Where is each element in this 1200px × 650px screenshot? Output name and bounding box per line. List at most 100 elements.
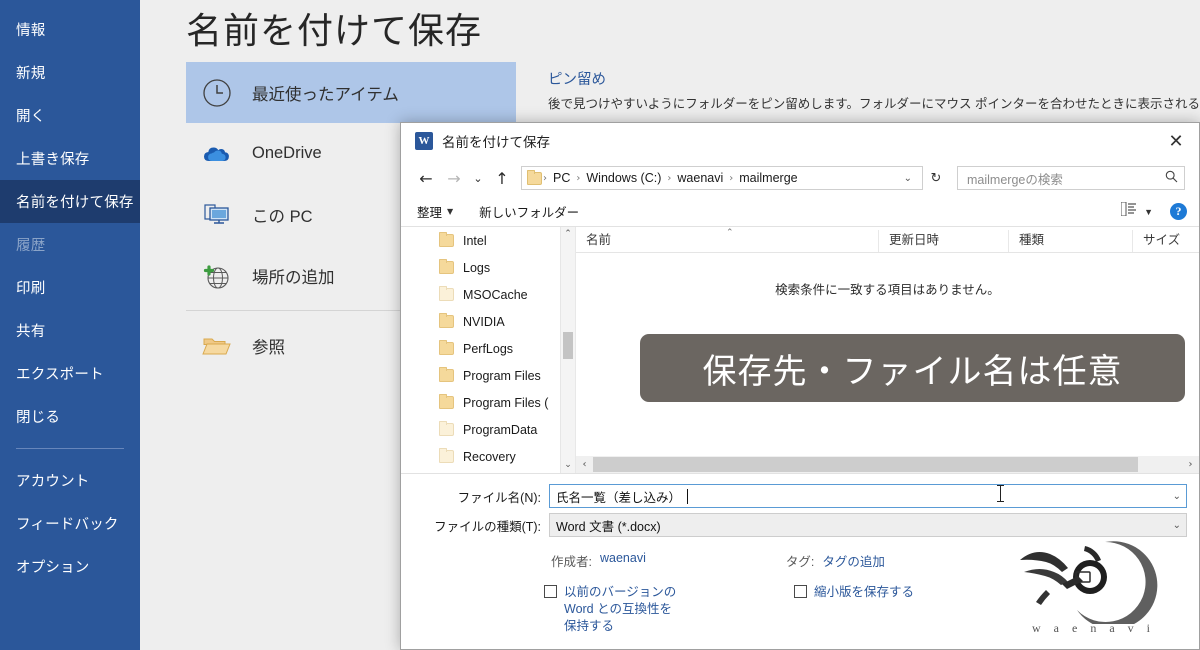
word-icon: W [415,132,433,150]
scroll-left-icon[interactable]: ‹ [576,459,593,470]
dialog-titlebar[interactable]: W 名前を付けて保存 ✕ [401,123,1199,159]
chevron-down-icon[interactable]: ⌄ [1173,520,1181,531]
scroll-thumb[interactable] [563,332,573,359]
column-headers: 名前 ⌃ 更新日時 種類 サイズ [576,227,1199,253]
scroll-right-icon[interactable]: › [1182,459,1199,470]
checkbox-icon[interactable] [544,585,557,598]
column-type[interactable]: 種類 [1008,230,1132,252]
tags-value[interactable]: タグの追加 [822,551,885,570]
compat-checkbox-group[interactable]: 以前のバージョンの Word との互換性を保持する [544,584,684,635]
nav-item-save-as[interactable]: 名前を付けて保存 [0,180,140,223]
command-bar: 整理 ▼ 新しいフォルダー ▼ ? [401,197,1199,227]
screen: 情報 新規 開く 上書き保存 名前を付けて保存 履歴 印刷 共有 エクスポート … [0,0,1200,650]
tree-item[interactable]: MSOCache [401,281,575,308]
organize-button[interactable]: 整理 ▼ [417,202,453,221]
place-label: 場所の追加 [252,268,335,287]
recent-locations-icon[interactable]: ⌄ [469,165,487,191]
scroll-thumb[interactable] [593,457,1138,472]
page-title: 名前を付けて保存 [186,10,483,51]
pin-block: ピン留め 後で見つけやすいようにフォルダーをピン留めします。フォルダーにマウス … [548,68,1200,112]
new-folder-button[interactable]: 新しいフォルダー [479,202,579,221]
empty-list-message: 検索条件に一致する項目はありません。 [775,283,1000,297]
tree-item[interactable]: Program Files [401,362,575,389]
filename-label: ファイル名(N): [457,490,541,505]
new-folder-label: 新しいフォルダー [479,206,580,220]
filename-input[interactable]: 氏名一覧（差し込み） ⌄ [549,484,1187,508]
breadcrumb-mailmerge[interactable]: mailmerge [734,171,802,185]
folder-icon [439,313,454,328]
column-size[interactable]: サイズ [1132,230,1198,252]
tree-item[interactable]: Recovery [401,443,575,470]
column-label: 種類 [1019,233,1045,247]
tree-item-label: MSOCache [463,287,528,302]
folder-tree: Intel Logs MSOCache NVIDIA PerfLogs Prog… [401,227,576,473]
nav-item-feedback[interactable]: フィードバック [0,502,140,545]
search-input[interactable]: mailmergeの検索 [957,166,1185,190]
up-icon[interactable]: ↑ [489,165,515,191]
backstage-nav: 情報 新規 開く 上書き保存 名前を付けて保存 履歴 印刷 共有 エクスポート … [0,0,140,650]
chevron-down-icon[interactable]: ⌄ [1173,491,1181,502]
address-bar[interactable]: › PC › Windows (C:) › waenavi › mailmerg… [521,166,923,190]
organize-label: 整理 [417,206,443,220]
breadcrumb-windows-c[interactable]: Windows (C:) [581,171,666,185]
chevron-down-icon: ▼ [447,207,454,216]
refresh-icon[interactable]: ↻ [925,166,947,190]
column-name[interactable]: 名前 ⌃ [576,228,878,252]
nav-item-options[interactable]: オプション [0,545,140,588]
help-icon[interactable]: ? [1170,203,1187,220]
checkbox-icon[interactable] [794,585,807,598]
filetype-row: ファイルの種類(T): Word 文書 (*.docx) ⌄ [401,512,1199,538]
view-layout-icon[interactable] [1120,201,1137,221]
nav-item-info[interactable]: 情報 [0,8,140,51]
chevron-down-icon[interactable]: ▼ [1144,207,1153,217]
breadcrumb-waenavi[interactable]: waenavi [672,171,728,185]
tree-item[interactable]: Intel [401,227,575,254]
tree-item[interactable]: PerfLogs [401,335,575,362]
tree-item[interactable]: Program Files ( [401,389,575,416]
nav-item-new[interactable]: 新規 [0,51,140,94]
back-icon[interactable]: ← [413,165,439,191]
filetype-label: ファイルの種類(T): [434,519,541,534]
tree-item[interactable]: ProgramData [401,416,575,443]
column-date[interactable]: 更新日時 [878,230,1008,252]
caption-overlay: 保存先・ファイル名は任意 [640,334,1185,402]
close-icon[interactable]: ✕ [1153,124,1199,158]
pin-title: ピン留め [548,72,606,88]
filetype-select[interactable]: Word 文書 (*.docx) ⌄ [549,513,1187,537]
nav-item-print[interactable]: 印刷 [0,266,140,309]
scroll-track[interactable] [593,456,1182,473]
search-placeholder: mailmergeの検索 [967,172,1063,187]
thumbnail-checkbox-group[interactable]: 縮小版を保存する [794,584,954,635]
column-label: 更新日時 [889,233,940,247]
compat-checkbox-label: 以前のバージョンの Word との互換性を保持する [564,585,677,633]
folder-icon [439,286,454,301]
author-group: 作成者: waenavi [551,551,646,570]
place-label: 参照 [252,338,285,357]
tree-item[interactable]: NVIDIA [401,308,575,335]
tree-scrollbar[interactable]: ⌃ ⌄ [560,227,575,473]
folder-icon [527,169,542,185]
place-item-recent[interactable]: 最近使ったアイテム [186,62,516,123]
nav-item-open[interactable]: 開く [0,94,140,137]
tree-item-label: Intel [463,233,487,248]
breadcrumb-pc[interactable]: PC [548,171,575,185]
nav-item-history: 履歴 [16,238,46,254]
metadata-row: 作成者: waenavi タグ: タグの追加 [401,551,1199,570]
horizontal-scrollbar[interactable]: ‹ › [576,456,1199,473]
nav-item-close[interactable]: 閉じる [0,395,140,438]
author-label: 作成者: [551,555,592,569]
nav-item-share[interactable]: 共有 [0,309,140,352]
nav-item-account[interactable]: アカウント [0,459,140,502]
view-controls: ▼ ? [1120,201,1187,221]
scroll-down-icon[interactable]: ⌄ [561,458,575,473]
folder-icon [439,232,454,247]
tree-item[interactable]: Logs [401,254,575,281]
text-caret [687,488,689,504]
search-icon [1165,170,1178,187]
nav-item-export[interactable]: エクスポート [0,352,140,395]
tags-group: タグ: タグの追加 [786,551,885,570]
chevron-down-icon[interactable]: ⌄ [898,173,918,184]
scroll-up-icon[interactable]: ⌃ [561,227,575,242]
nav-item-save[interactable]: 上書き保存 [0,137,140,180]
author-value[interactable]: waenavi [600,551,646,570]
